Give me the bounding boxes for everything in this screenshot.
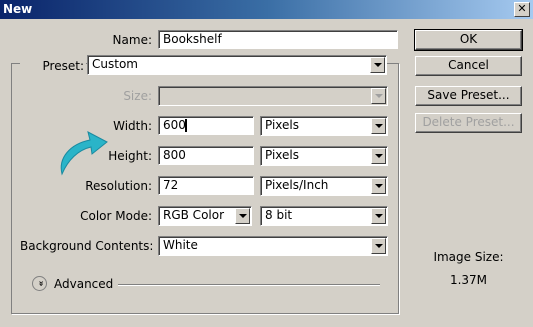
preset-select[interactable]: Custom [87, 55, 387, 75]
chevron-down-icon[interactable] [370, 57, 385, 73]
bit-depth-select[interactable]: 8 bit [260, 206, 388, 226]
width-unit-select[interactable]: Pixels [260, 116, 388, 136]
advanced-separator [118, 284, 380, 286]
image-size-label: Image Size: [433, 250, 504, 264]
name-label: Name: [112, 33, 152, 47]
title-bar: New ✕ [0, 0, 533, 19]
chevron-down-icon[interactable] [371, 148, 386, 164]
chevron-down-icon [371, 88, 386, 104]
width-unit-value: Pixels [265, 118, 300, 132]
resolution-unit-select[interactable]: Pixels/Inch [260, 176, 388, 196]
size-label: Size: [123, 89, 152, 103]
color-mode-label: Color Mode: [80, 209, 152, 223]
close-button[interactable]: ✕ [514, 2, 530, 17]
resolution-input[interactable]: 72 [158, 176, 254, 195]
text-caret [185, 119, 187, 132]
height-unit-select[interactable]: Pixels [260, 146, 388, 166]
ok-button[interactable]: OK [414, 29, 523, 51]
delete-preset-button: Delete Preset... [415, 113, 522, 133]
close-icon: ✕ [517, 2, 527, 15]
height-label: Height: [108, 149, 152, 163]
chevron-down-icon[interactable] [235, 208, 250, 224]
color-mode-select[interactable]: RGB Color [158, 206, 252, 226]
resolution-label: Resolution: [85, 179, 152, 193]
color-mode-value: RGB Color [163, 208, 225, 222]
window-title: New [3, 2, 33, 16]
size-select [158, 86, 388, 106]
preset-value: Custom [92, 57, 138, 71]
name-input[interactable]: Bookshelf [158, 30, 398, 49]
chevron-double-down-icon: » [34, 280, 45, 287]
image-size-value: 1.37M [449, 273, 488, 287]
chevron-down-icon[interactable] [371, 238, 386, 254]
preset-label: Preset: [20, 59, 86, 73]
bit-depth-value: 8 bit [265, 208, 293, 222]
cancel-button[interactable]: Cancel [415, 56, 522, 76]
save-preset-button[interactable]: Save Preset... [415, 86, 522, 106]
width-label: Width: [113, 119, 152, 133]
background-contents-value: White [163, 238, 198, 252]
chevron-down-icon[interactable] [371, 208, 386, 224]
chevron-down-icon[interactable] [371, 178, 386, 194]
height-input[interactable]: 800 [158, 146, 254, 165]
resolution-unit-value: Pixels/Inch [265, 178, 329, 192]
chevron-down-icon[interactable] [371, 118, 386, 134]
background-contents-select[interactable]: White [158, 236, 388, 256]
background-contents-label: Background Contents: [20, 239, 154, 253]
width-input[interactable]: 600 [158, 116, 254, 135]
height-unit-value: Pixels [265, 148, 300, 162]
advanced-label[interactable]: Advanced [54, 277, 113, 291]
advanced-toggle[interactable]: » [32, 276, 47, 291]
